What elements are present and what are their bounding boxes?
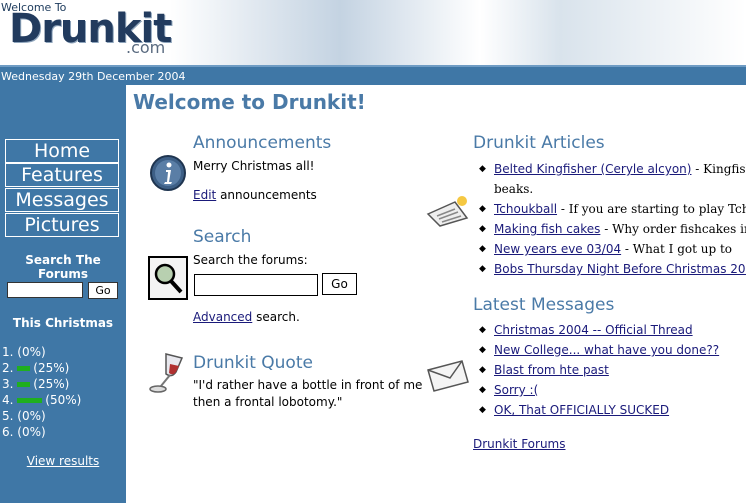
- poll-row: 5. (0%): [2, 409, 46, 424]
- list-item: Bobs Thursday Night Before Christmas 200…: [473, 259, 746, 279]
- search-go-button[interactable]: Go: [322, 273, 357, 295]
- list-item: Belted Kingfisher (Ceryle alcyon) - King…: [473, 159, 746, 179]
- messages-list: Christmas 2004 -- Official Thread New Co…: [473, 320, 719, 420]
- poll-num: 3.: [2, 377, 14, 391]
- sidebar-search-go-button[interactable]: Go: [88, 282, 118, 299]
- list-item: New College... what have you done??: [473, 340, 719, 360]
- search-input[interactable]: [194, 274, 318, 296]
- poll-row: 1. (0%): [2, 345, 46, 360]
- articles-list: Belted Kingfisher (Ceryle alcyon) - King…: [473, 159, 746, 179]
- poll-num: 1.: [2, 345, 14, 359]
- poll-pct: (25%): [33, 361, 70, 375]
- poll-title: This Christmas: [12, 316, 114, 330]
- article-link[interactable]: Tchoukball: [494, 202, 557, 216]
- page-title: Welcome to Drunkit!: [133, 90, 366, 114]
- articles-heading: Drunkit Articles: [473, 133, 605, 153]
- message-link[interactable]: Christmas 2004 -- Official Thread: [494, 323, 693, 337]
- advanced-search-suffix: search.: [256, 310, 300, 324]
- message-link[interactable]: New College... what have you done??: [494, 343, 719, 357]
- article-link[interactable]: Bobs Thursday Night Before Christmas 200…: [494, 262, 746, 276]
- announcements-heading: Announcements: [193, 133, 332, 153]
- magnifier-icon: [148, 256, 188, 304]
- poll-bar: [17, 398, 43, 403]
- list-item: Christmas 2004 -- Official Thread: [473, 320, 719, 340]
- info-icon: [149, 154, 187, 196]
- date-bar: Wednesday 29th December 2004: [0, 65, 746, 85]
- articles-list-continued: Tchoukball - If you are starting to play…: [473, 199, 746, 279]
- message-link[interactable]: Blast from hte past: [494, 363, 609, 377]
- quote-line-1: "I'd rather have a bottle in front of me: [193, 378, 423, 392]
- poll-pct: (0%): [17, 409, 46, 423]
- poll-pct: (50%): [45, 393, 82, 407]
- article-desc: - What I got up to: [624, 242, 733, 256]
- search-label: Search the forums:: [193, 253, 308, 267]
- article-desc: - If you are starting to play Tcho: [560, 202, 746, 216]
- list-item: Tchoukball - If you are starting to play…: [473, 199, 746, 219]
- nav-features[interactable]: Features: [5, 163, 119, 187]
- quote-line-2: then a frontal lobotomy.": [193, 395, 343, 409]
- poll-num: 4.: [2, 393, 14, 407]
- poll-pct: (25%): [33, 377, 70, 391]
- list-item: Blast from hte past: [473, 360, 719, 380]
- nav-home[interactable]: Home: [5, 139, 119, 163]
- sidebar-search-input[interactable]: [7, 282, 83, 298]
- forums-link[interactable]: Drunkit Forums: [473, 437, 565, 451]
- wine-glass-icon: [148, 352, 186, 398]
- advanced-search-link[interactable]: Advanced: [193, 310, 252, 324]
- poll-row: 6. (0%): [2, 425, 46, 440]
- nav-messages[interactable]: Messages: [5, 188, 119, 212]
- message-link[interactable]: OK, That OFFICIALLY SUCKED: [494, 403, 669, 417]
- poll-row: 3. (25%): [2, 377, 69, 392]
- article-desc-continued: beaks.: [494, 182, 534, 196]
- list-item: Making fish cakes - Why order fishcakes …: [473, 219, 746, 239]
- list-item: Sorry :(: [473, 380, 719, 400]
- poll-pct: (0%): [17, 345, 46, 359]
- article-link[interactable]: Making fish cakes: [494, 222, 600, 236]
- current-date: Wednesday 29th December 2004: [1, 70, 186, 83]
- newspaper-icon: [425, 192, 471, 232]
- search-heading: Search: [193, 227, 252, 247]
- quote-heading: Drunkit Quote: [193, 353, 313, 373]
- edit-announcements-link[interactable]: Edit: [193, 188, 216, 202]
- poll-bar: [17, 382, 31, 387]
- list-item: OK, That OFFICIALLY SUCKED: [473, 400, 719, 420]
- messages-heading: Latest Messages: [473, 295, 615, 315]
- article-link[interactable]: Belted Kingfisher (Ceryle alcyon): [494, 162, 691, 176]
- site-header: Welcome To Drunkit .com: [0, 0, 746, 65]
- announcement-edit: Edit announcements: [193, 188, 317, 202]
- site-logo-suffix: .com: [126, 38, 166, 57]
- nav-pictures[interactable]: Pictures: [5, 213, 119, 237]
- article-desc: - Kingfisher: [695, 162, 746, 176]
- list-item: New years eve 03/04 - What I got up to: [473, 239, 746, 259]
- sidebar: Home Features Messages Pictures Search T…: [0, 85, 126, 503]
- poll-num: 2.: [2, 361, 14, 375]
- advanced-search: Advanced search.: [193, 310, 300, 324]
- edit-announcements-suffix: announcements: [220, 188, 317, 202]
- article-link[interactable]: New years eve 03/04: [494, 242, 621, 256]
- view-results-link[interactable]: View results: [0, 454, 126, 468]
- sidebar-search-title: Search The Forums: [25, 253, 101, 281]
- poll-row: 4. (50%): [2, 393, 81, 408]
- poll-pct: (0%): [17, 425, 46, 439]
- announcement-text: Merry Christmas all!: [193, 159, 315, 173]
- message-link[interactable]: Sorry :(: [494, 383, 538, 397]
- envelope-icon: [426, 358, 470, 396]
- poll-row: 2. (25%): [2, 361, 69, 376]
- article-desc: - Why order fishcakes in: [604, 222, 746, 236]
- poll-bar: [17, 366, 31, 371]
- poll-num: 6.: [2, 425, 14, 439]
- poll-num: 5.: [2, 409, 14, 423]
